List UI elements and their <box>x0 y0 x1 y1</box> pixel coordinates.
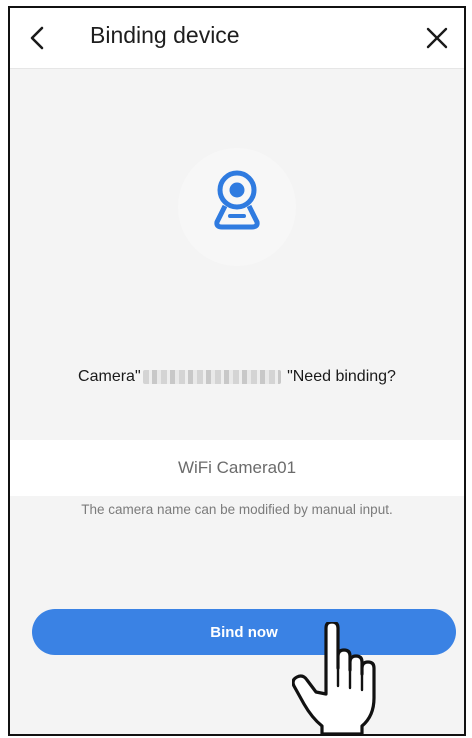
prompt-suffix: "Need binding? <box>282 368 396 385</box>
close-icon[interactable] <box>424 24 450 52</box>
device-id-redacted <box>142 369 281 384</box>
prompt-prefix: Camera" <box>78 368 141 385</box>
camera-illustration <box>178 148 296 266</box>
camera-name-field[interactable] <box>10 440 464 496</box>
hand-pointer-icon <box>292 622 376 734</box>
app-screen: Binding device Camera" "Need binding? Th… <box>8 6 466 736</box>
page-title: Binding device <box>90 22 240 48</box>
binding-question: Camera" "Need binding? <box>10 368 464 386</box>
bind-now-button[interactable]: Bind now <box>32 609 456 655</box>
header-bar: Binding device <box>10 8 464 69</box>
chevron-left-icon[interactable] <box>24 24 50 52</box>
camera-icon <box>214 170 260 230</box>
camera-name-hint: The camera name can be modified by manua… <box>81 502 393 517</box>
